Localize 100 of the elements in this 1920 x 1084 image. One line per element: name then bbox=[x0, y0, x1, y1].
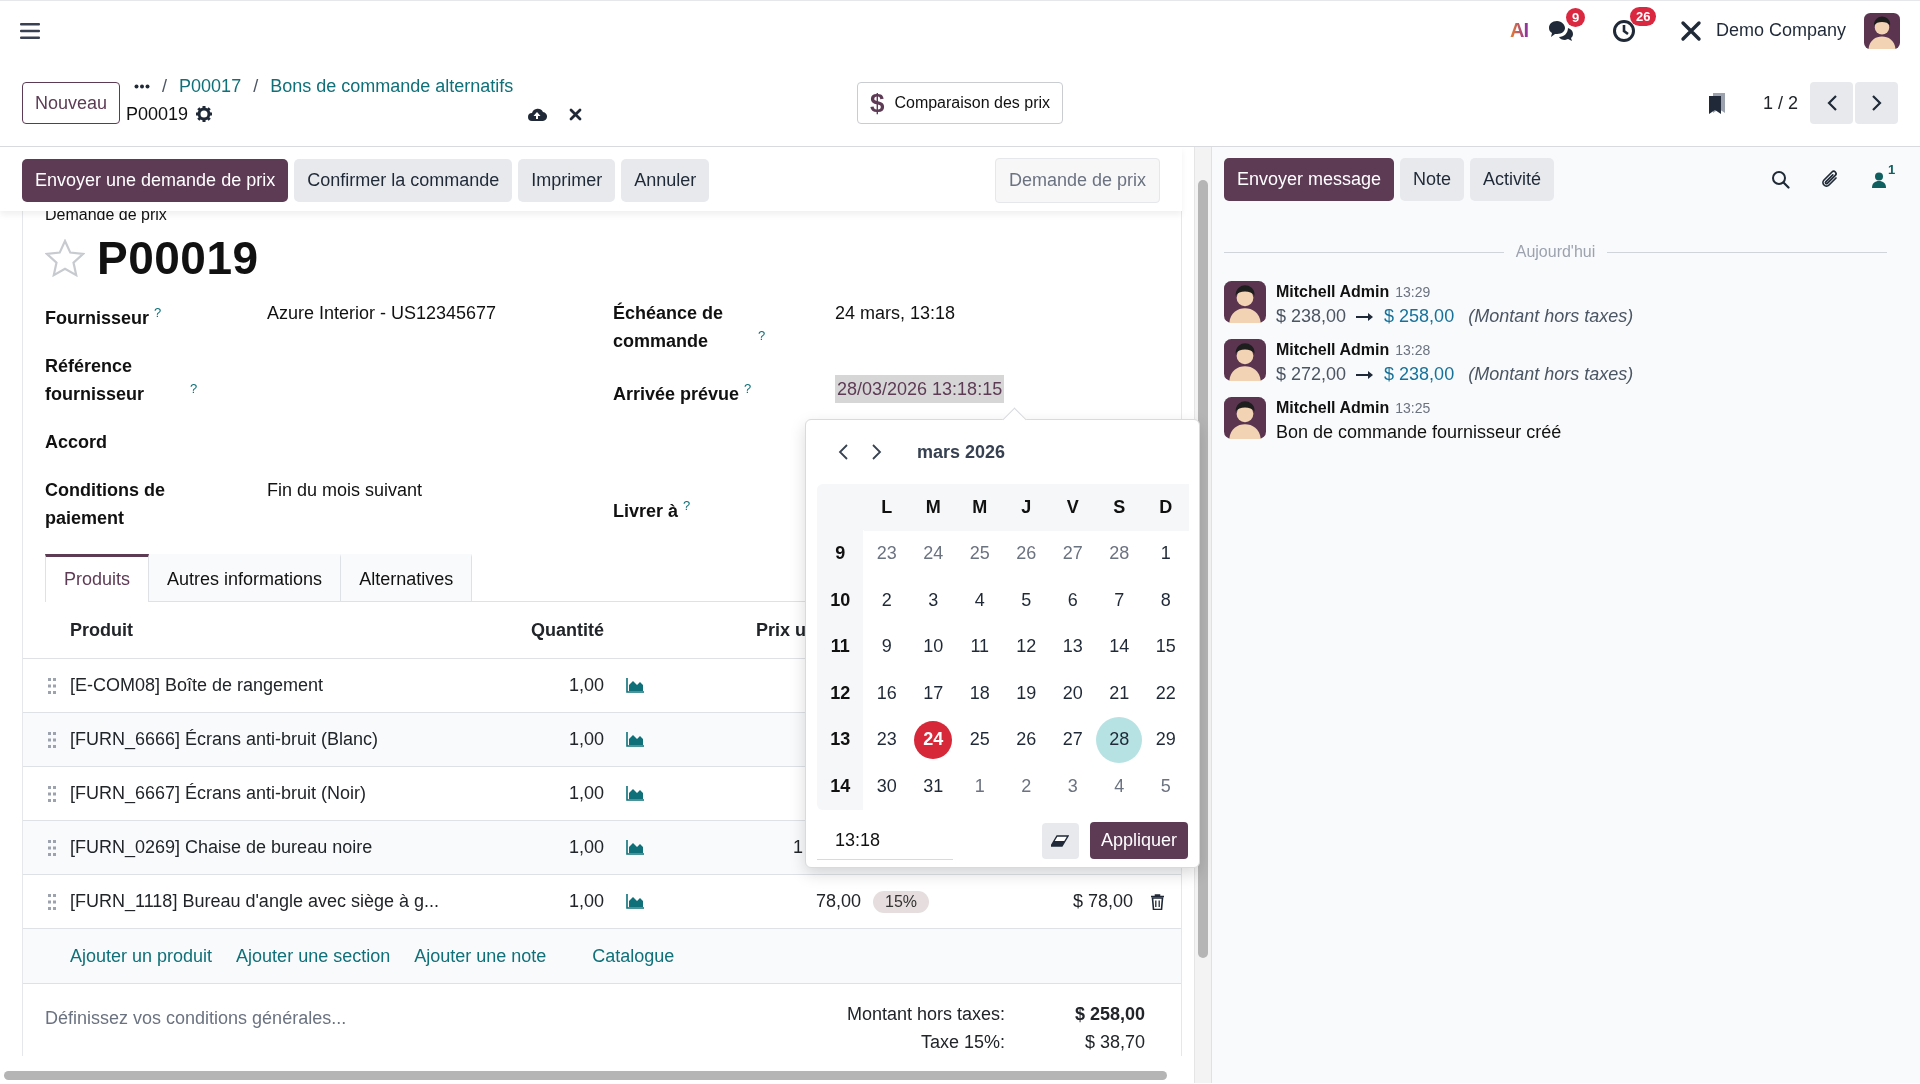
chatter-button[interactable]: Note bbox=[1400, 158, 1465, 201]
calendar-day[interactable]: 16 bbox=[866, 673, 907, 714]
calendar-day[interactable]: 1 bbox=[1145, 533, 1186, 574]
author-avatar[interactable] bbox=[1224, 397, 1266, 439]
terms-field[interactable]: Définissez vos conditions générales... bbox=[45, 1008, 347, 1056]
calendar-day[interactable]: 12 bbox=[1006, 626, 1047, 667]
bookmarks-icon[interactable] bbox=[1706, 92, 1727, 114]
message-author[interactable]: Mitchell Admin bbox=[1276, 399, 1390, 416]
calendar-day[interactable]: 3 bbox=[913, 580, 954, 621]
cloud-upload-icon[interactable] bbox=[527, 106, 548, 122]
add-line-link[interactable]: Ajouter une note bbox=[414, 945, 547, 967]
calendar-day[interactable]: 28 bbox=[1096, 716, 1143, 763]
column-header[interactable]: Produit bbox=[70, 619, 133, 640]
calendar-day[interactable]: 22 bbox=[1145, 673, 1186, 714]
chatter-button[interactable]: Activité bbox=[1470, 158, 1555, 201]
user-avatar[interactable] bbox=[1864, 12, 1900, 49]
horizontal-scrollbar[interactable] bbox=[4, 1071, 1167, 1080]
calendar-day[interactable]: 4 bbox=[1099, 766, 1140, 807]
action-button[interactable]: Annuler bbox=[621, 159, 710, 202]
author-avatar[interactable] bbox=[1224, 339, 1266, 381]
tab[interactable]: Alternatives bbox=[341, 554, 473, 601]
calendar-day[interactable]: 25 bbox=[959, 719, 1000, 760]
calendar-day[interactable]: 27 bbox=[1052, 533, 1093, 574]
calendar-day[interactable]: 26 bbox=[1006, 719, 1047, 760]
calendar-day[interactable]: 13 bbox=[1052, 626, 1093, 667]
breadcrumb-link[interactable]: Bons de commande alternatifs bbox=[270, 75, 514, 97]
help-mark[interactable]: ? bbox=[683, 498, 691, 513]
help-mark[interactable]: ? bbox=[758, 328, 766, 343]
calendar-day[interactable]: 7 bbox=[1099, 580, 1140, 621]
clock-icon[interactable] bbox=[1611, 18, 1636, 43]
menu-icon[interactable] bbox=[20, 22, 40, 39]
area-chart-icon[interactable] bbox=[626, 894, 644, 909]
time-field[interactable]: 13:18 bbox=[817, 821, 953, 860]
calendar-day[interactable]: 11 bbox=[959, 626, 1000, 667]
drag-handle-icon[interactable] bbox=[48, 731, 56, 748]
calendar-day[interactable]: 9 bbox=[866, 626, 907, 667]
calendar-day[interactable]: 5 bbox=[1145, 766, 1186, 807]
field-value[interactable]: 24 mars, 13:18 bbox=[835, 299, 1159, 355]
calendar-day[interactable]: 24 bbox=[913, 533, 954, 574]
calendar-day[interactable]: 17 bbox=[913, 673, 954, 714]
follower-icon[interactable] bbox=[1872, 171, 1886, 188]
next-button[interactable] bbox=[1855, 82, 1898, 124]
field-value[interactable]: Azure Interior - US12345677 bbox=[267, 299, 591, 332]
column-header[interactable]: Prix u bbox=[756, 619, 807, 640]
drag-handle-icon[interactable] bbox=[48, 785, 56, 802]
tab[interactable]: Produits bbox=[45, 554, 150, 602]
calendar-day[interactable]: 4 bbox=[959, 580, 1000, 621]
drag-handle-icon[interactable] bbox=[48, 839, 56, 856]
action-button[interactable]: Envoyer une demande de prix bbox=[22, 159, 289, 202]
calendar-day[interactable]: 24 bbox=[914, 720, 953, 759]
column-header[interactable]: Quantité bbox=[531, 619, 604, 640]
calendar-day[interactable]: 6 bbox=[1052, 580, 1093, 621]
area-chart-icon[interactable] bbox=[626, 786, 644, 801]
tab[interactable]: Autres informations bbox=[149, 554, 342, 601]
star-icon[interactable] bbox=[45, 239, 85, 277]
chevron-left-icon[interactable] bbox=[837, 443, 849, 461]
chatter-button[interactable]: Envoyer message bbox=[1224, 158, 1395, 201]
calendar-day[interactable]: 29 bbox=[1145, 719, 1186, 760]
pager-value[interactable]: 1 / 2 bbox=[1762, 92, 1798, 114]
calendar-day[interactable]: 14 bbox=[1099, 626, 1140, 667]
area-chart-icon[interactable] bbox=[626, 678, 644, 693]
drag-handle-icon[interactable] bbox=[48, 893, 56, 910]
calendar-day[interactable]: 31 bbox=[913, 766, 954, 807]
calendar-day[interactable]: 25 bbox=[959, 533, 1000, 574]
message-author[interactable]: Mitchell Admin bbox=[1276, 283, 1390, 300]
action-button[interactable]: Imprimer bbox=[518, 159, 616, 202]
price-comparison-button[interactable]: $ Comparaison des prix bbox=[856, 82, 1064, 124]
calendar-day[interactable]: 18 bbox=[959, 673, 1000, 714]
action-button[interactable]: Confirmer la commande bbox=[294, 159, 513, 202]
calendar-day[interactable]: 1 bbox=[959, 766, 1000, 807]
calendar-day[interactable]: 28 bbox=[1099, 533, 1140, 574]
month-title[interactable]: mars 2026 bbox=[917, 441, 1006, 463]
add-line-link[interactable]: Ajouter une section bbox=[236, 945, 391, 967]
new-button[interactable]: Nouveau bbox=[22, 82, 121, 124]
search-icon[interactable] bbox=[1771, 170, 1790, 189]
previous-button[interactable] bbox=[1810, 82, 1853, 124]
help-mark[interactable]: ? bbox=[154, 305, 162, 320]
calendar-day[interactable]: 23 bbox=[866, 719, 907, 760]
clear-button[interactable] bbox=[1041, 822, 1079, 859]
help-mark[interactable]: ? bbox=[744, 381, 752, 396]
calendar-day[interactable]: 15 bbox=[1145, 626, 1186, 667]
apply-button[interactable]: Appliquer bbox=[1089, 822, 1188, 859]
calendar-day[interactable]: 20 bbox=[1052, 673, 1093, 714]
company-name[interactable]: Demo Company bbox=[1715, 20, 1846, 41]
breadcrumb-link[interactable]: P00017 bbox=[179, 75, 242, 97]
calendar-day[interactable]: 5 bbox=[1006, 580, 1047, 621]
chat-icon[interactable] bbox=[1547, 19, 1574, 42]
add-line-link[interactable]: Catalogue bbox=[592, 945, 675, 967]
add-line-link[interactable]: Ajouter un produit bbox=[70, 945, 213, 967]
trash-icon[interactable] bbox=[1151, 893, 1164, 910]
calendar-day[interactable]: 30 bbox=[866, 766, 907, 807]
settings-icon[interactable] bbox=[196, 106, 213, 122]
calendar-day[interactable]: 2 bbox=[866, 580, 907, 621]
more-icon[interactable] bbox=[134, 83, 151, 89]
calendar-day[interactable]: 27 bbox=[1052, 719, 1093, 760]
calendar-day[interactable]: 8 bbox=[1145, 580, 1186, 621]
help-mark[interactable]: ? bbox=[190, 381, 198, 396]
calendar-day[interactable]: 10 bbox=[913, 626, 954, 667]
drag-handle-icon[interactable] bbox=[48, 677, 56, 694]
status-stage[interactable]: Demande de prix bbox=[994, 158, 1160, 203]
